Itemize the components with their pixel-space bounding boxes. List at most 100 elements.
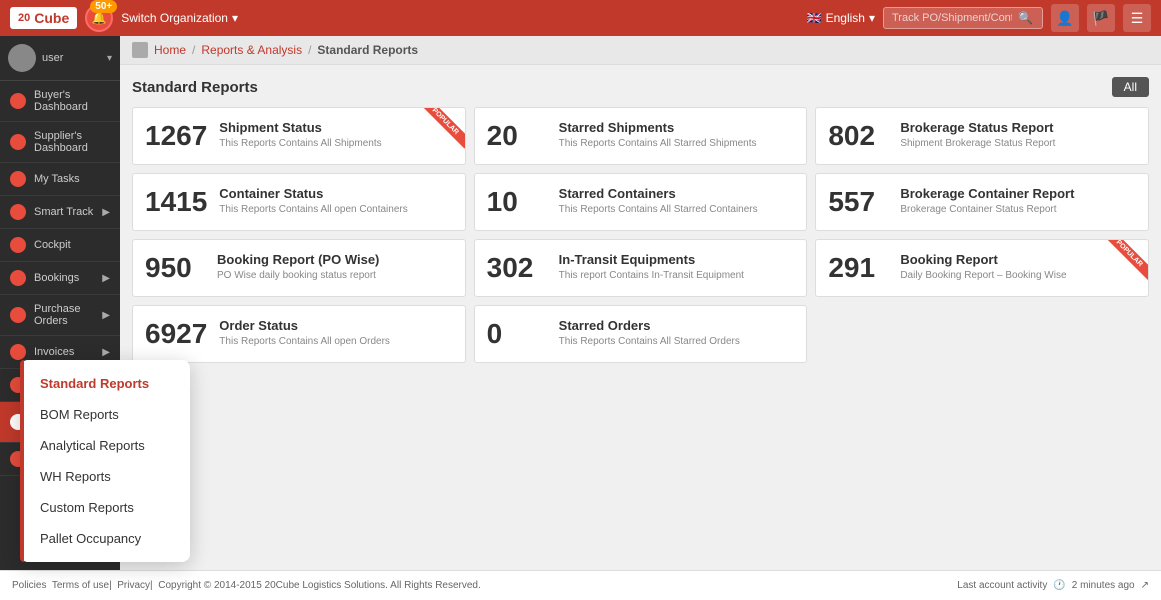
report-card[interactable]: 6927 Order Status This Reports Contains … — [132, 305, 466, 363]
expand-arrow-icon: ▶ — [102, 347, 110, 358]
reports-page-title: Standard Reports — [132, 79, 258, 96]
reports-header: Standard Reports All — [132, 77, 1149, 97]
navbar: 20Cube 🔔 50+ Switch Organization ▾ 🇬🇧 En… — [0, 0, 1161, 36]
my-tasks-icon — [10, 171, 26, 187]
bookings-icon — [10, 270, 26, 286]
clock-icon: 🕐 — [1053, 580, 1065, 591]
profile-icon-btn[interactable]: 👤 — [1051, 4, 1079, 32]
report-info: Container Status This Reports Contains A… — [219, 186, 452, 215]
avatar — [8, 44, 36, 72]
buyers-dashboard-icon — [10, 93, 26, 109]
sidebar-item-buyers-dashboard[interactable]: Buyer's Dashboard — [0, 81, 120, 122]
dropdown-item-wh-reports[interactable]: WH Reports — [20, 461, 190, 492]
language-selector[interactable]: 🇬🇧 English ▾ — [807, 11, 875, 25]
report-number: 291 — [828, 252, 888, 284]
user-dropdown-arrow[interactable]: ▾ — [107, 53, 112, 64]
dropdown-item-analytical-reports[interactable]: Analytical Reports — [20, 430, 190, 461]
cockpit-icon — [10, 237, 26, 253]
switch-org-button[interactable]: Switch Organization ▾ — [121, 11, 238, 25]
report-card[interactable]: 20 Starred Shipments This Reports Contai… — [474, 107, 808, 165]
sidebar-item-suppliers-dashboard[interactable]: Supplier's Dashboard — [0, 122, 120, 163]
report-info: Booking Report (PO Wise) PO Wise daily b… — [217, 252, 453, 281]
report-desc: This Reports Contains All Starred Contai… — [559, 204, 795, 215]
flag-icon-btn[interactable]: 🏴 — [1087, 4, 1115, 32]
report-desc: This Reports Contains All open Container… — [219, 204, 452, 215]
sidebar-item-label: Supplier's Dashboard — [34, 130, 110, 154]
report-name: Booking Report (PO Wise) — [217, 252, 453, 267]
purchase-orders-icon — [10, 307, 26, 323]
all-button[interactable]: All — [1112, 77, 1149, 97]
report-desc: This Reports Contains All Starred Shipme… — [559, 138, 795, 149]
report-name: Starred Shipments — [559, 120, 795, 135]
report-card[interactable]: 557 Brokerage Container Report Brokerage… — [815, 173, 1149, 231]
footer-last-activity: Last account activity — [957, 580, 1047, 591]
breadcrumb-section-link[interactable]: Reports & Analysis — [201, 43, 302, 57]
app-logo[interactable]: 20Cube — [10, 7, 77, 29]
report-card[interactable]: 802 Brokerage Status Report Shipment Bro… — [815, 107, 1149, 165]
report-number: 802 — [828, 120, 888, 152]
expand-arrow-icon: ▶ — [102, 207, 110, 218]
report-card[interactable]: 0 Starred Orders This Reports Contains A… — [474, 305, 808, 363]
sidebar-item-label: Bookings — [34, 272, 79, 284]
sidebar-item-purchase-orders[interactable]: Purchase Orders ▶ — [0, 295, 120, 336]
sidebar-item-smart-track[interactable]: Smart Track ▶ — [0, 196, 120, 229]
footer-right: Last account activity 🕐 2 minutes ago ↗ — [957, 580, 1149, 591]
expand-arrow-icon: ▶ — [102, 310, 110, 321]
report-number: 6927 — [145, 318, 207, 350]
report-name: Container Status — [219, 186, 452, 201]
footer-action-icon[interactable]: ↗ — [1141, 580, 1149, 591]
dropdown-item-standard-reports[interactable]: Standard Reports — [20, 368, 190, 399]
breadcrumb-separator: / — [308, 43, 311, 57]
report-name: Starred Containers — [559, 186, 795, 201]
suppliers-dashboard-icon — [10, 134, 26, 150]
report-card[interactable]: 950 Booking Report (PO Wise) PO Wise dai… — [132, 239, 466, 297]
home-icon — [132, 42, 148, 58]
footer-privacy[interactable]: Privacy| — [117, 580, 152, 591]
breadcrumb: Home / Reports & Analysis / Standard Rep… — [120, 36, 1161, 65]
navbar-right: 🇬🇧 English ▾ 🔍 👤 🏴 ☰ — [807, 4, 1151, 32]
breadcrumb-home-link[interactable]: Home — [154, 43, 186, 57]
report-info: Starred Orders This Reports Contains All… — [559, 318, 795, 347]
footer-terms[interactable]: Terms of use| — [52, 580, 112, 591]
dropdown-item-pallet-occupancy[interactable]: Pallet Occupancy — [20, 523, 190, 554]
sidebar-item-cockpit[interactable]: Cockpit — [0, 229, 120, 262]
breadcrumb-separator: / — [192, 43, 195, 57]
search-input[interactable] — [892, 12, 1012, 24]
expand-arrow-icon: ▶ — [102, 273, 110, 284]
report-name: Order Status — [219, 318, 452, 333]
sidebar-username: user — [42, 52, 101, 64]
report-card[interactable]: 10 Starred Containers This Reports Conta… — [474, 173, 808, 231]
search-icon[interactable]: 🔍 — [1018, 11, 1033, 25]
sidebar-item-my-tasks[interactable]: My Tasks — [0, 163, 120, 196]
sidebar-item-label: Invoices — [34, 346, 74, 358]
report-desc: This report Contains In-Transit Equipmen… — [559, 270, 795, 281]
report-desc: PO Wise daily booking status report — [217, 270, 453, 281]
dropdown-item-bom-reports[interactable]: BOM Reports — [20, 399, 190, 430]
report-name: Brokerage Container Report — [900, 186, 1136, 201]
notification-badge: 50+ — [90, 0, 117, 13]
report-card[interactable]: 302 In-Transit Equipments This report Co… — [474, 239, 808, 297]
reports-dropdown-popup: Standard ReportsBOM ReportsAnalytical Re… — [20, 360, 190, 562]
report-name: Brokerage Status Report — [900, 120, 1136, 135]
report-card[interactable]: 1267 Shipment Status This Reports Contai… — [132, 107, 466, 165]
footer-policies[interactable]: Policies — [12, 580, 46, 591]
notification-bell[interactable]: 🔔 50+ — [85, 4, 113, 32]
footer-copyright: Copyright © 2014-2015 20Cube Logistics S… — [158, 580, 481, 591]
menu-icon-btn[interactable]: ☰ — [1123, 4, 1151, 32]
report-name: Starred Orders — [559, 318, 795, 333]
popular-ribbon: POPULAR — [1100, 239, 1149, 288]
sidebar-item-label: Buyer's Dashboard — [34, 89, 110, 113]
sidebar-item-bookings[interactable]: Bookings ▶ — [0, 262, 120, 295]
report-info: In-Transit Equipments This report Contai… — [559, 252, 795, 281]
popular-ribbon: POPULAR — [417, 107, 466, 156]
report-card[interactable]: 1415 Container Status This Reports Conta… — [132, 173, 466, 231]
invoices-icon — [10, 344, 26, 360]
footer-left: Policies Terms of use| Privacy| Copyrigh… — [12, 580, 481, 591]
report-number: 302 — [487, 252, 547, 284]
dropdown-item-custom-reports[interactable]: Custom Reports — [20, 492, 190, 523]
report-card[interactable]: 291 Booking Report Daily Booking Report … — [815, 239, 1149, 297]
report-desc: Brokerage Container Status Report — [900, 204, 1136, 215]
footer-time-ago: 2 minutes ago — [1072, 580, 1135, 591]
report-number: 950 — [145, 252, 205, 284]
report-grid: 1267 Shipment Status This Reports Contai… — [132, 107, 1149, 363]
